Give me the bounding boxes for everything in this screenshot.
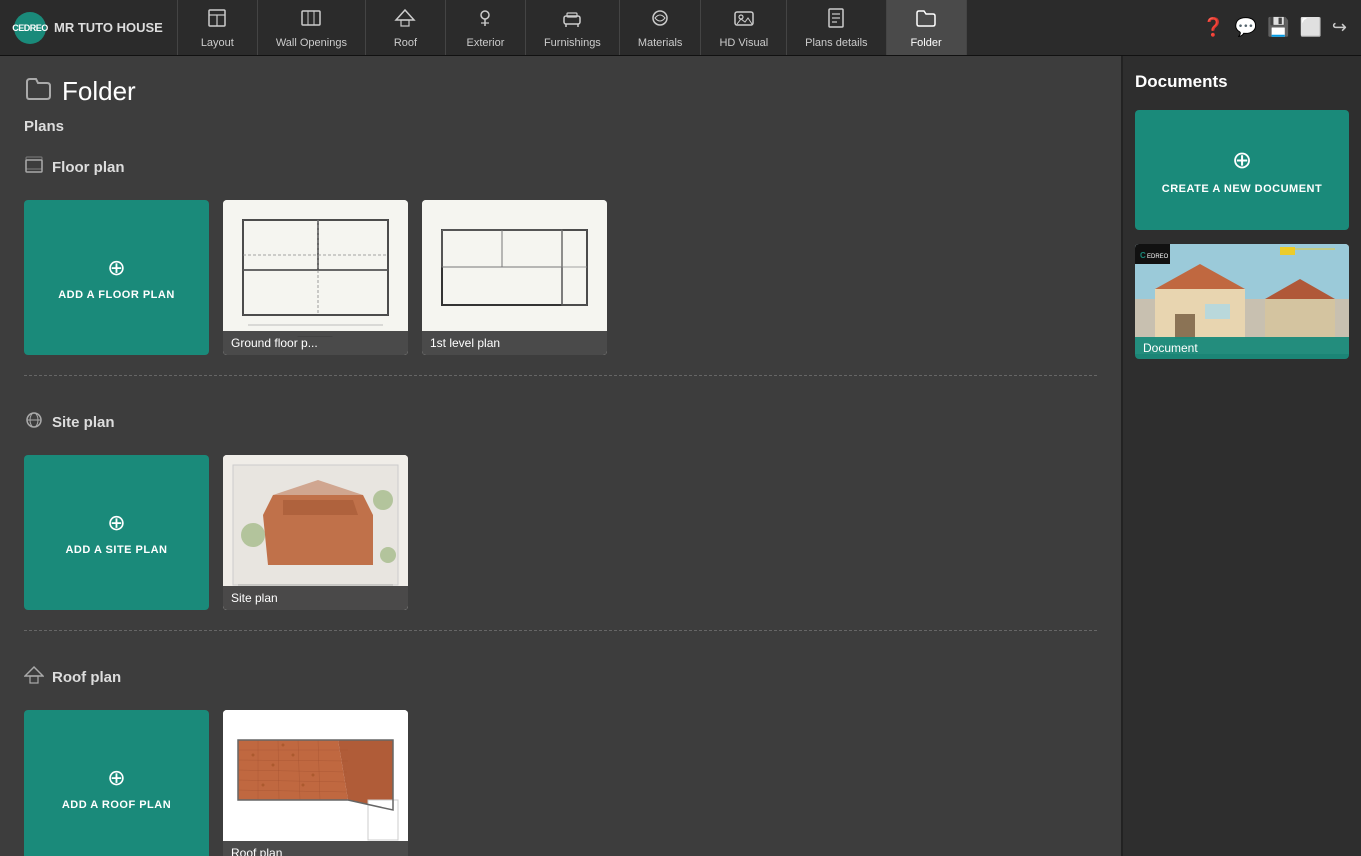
- first-level-label: 1st level plan: [422, 331, 607, 355]
- add-floor-plan-label: ADD A FLOOR PLAN: [58, 289, 175, 301]
- nav-item-hd-visual[interactable]: HD Visual: [701, 0, 787, 55]
- add-site-plan-icon: ⊕: [107, 510, 125, 536]
- logo-area: CEDREO MR TUTO HOUSE: [0, 0, 178, 55]
- page: Folder Plans Floor plan ⊕ ADD A FLOOR PL…: [0, 56, 1361, 856]
- page-title: Folder: [62, 76, 136, 107]
- new-doc-label: CREATE A NEW DOCUMENT: [1162, 183, 1322, 195]
- roof-plan-card-label: Roof plan: [223, 841, 408, 856]
- save-icon[interactable]: 💾: [1267, 17, 1289, 38]
- chat-icon[interactable]: 💬: [1235, 17, 1257, 38]
- top-navigation: CEDREO MR TUTO HOUSE Layout Wall Opening…: [0, 0, 1361, 56]
- nav-label-exterior: Exterior: [467, 37, 505, 49]
- furnishings-icon: [561, 7, 583, 34]
- page-header-folder-icon: [24, 74, 52, 108]
- site-plan-header: Site plan: [24, 400, 1097, 447]
- nav-items: Layout Wall Openings Roof Exterior: [178, 0, 1188, 55]
- nav-label-layout: Layout: [201, 37, 234, 49]
- hd-visual-icon: [733, 7, 755, 34]
- first-level-card[interactable]: 1st level plan: [422, 200, 607, 355]
- roof-plan-cards: ⊕ ADD A ROOF PLAN: [24, 702, 1097, 856]
- add-roof-plan-icon: ⊕: [107, 765, 125, 791]
- nav-item-materials[interactable]: Materials: [620, 0, 702, 55]
- nav-item-plans-details[interactable]: Plans details: [787, 0, 886, 55]
- svg-text:EDREO: EDREO: [1147, 254, 1169, 260]
- main-content: Folder Plans Floor plan ⊕ ADD A FLOOR PL…: [0, 56, 1121, 856]
- fullscreen-icon[interactable]: ⬜: [1299, 17, 1321, 38]
- floor-plan-icon: [24, 155, 44, 180]
- exit-icon[interactable]: ↪: [1332, 17, 1347, 38]
- plans-details-icon: [825, 7, 847, 34]
- nav-item-layout[interactable]: Layout: [178, 0, 258, 55]
- site-plan-divider: [24, 630, 1097, 631]
- add-roof-plan-label: ADD A ROOF PLAN: [62, 799, 171, 811]
- site-plan-label: Site plan: [52, 414, 115, 431]
- logo-icon: CEDREO: [14, 12, 46, 44]
- documents-title: Documents: [1135, 72, 1349, 92]
- nav-item-exterior[interactable]: Exterior: [446, 0, 526, 55]
- floor-plan-cards: ⊕ ADD A FLOOR PLAN: [24, 192, 1097, 367]
- plans-scroll-area: Floor plan ⊕ ADD A FLOOR PLAN: [0, 145, 1121, 856]
- ground-floor-card[interactable]: ————— Ground floor p...: [223, 200, 408, 355]
- roof-icon: [394, 7, 416, 34]
- nav-label-folder: Folder: [910, 37, 941, 49]
- roof-plan-label: Roof plan: [52, 669, 121, 686]
- ground-floor-label: Ground floor p...: [223, 331, 408, 355]
- add-floor-plan-icon: ⊕: [107, 255, 125, 281]
- floor-plan-label: Floor plan: [52, 159, 125, 176]
- floor-plan-section: Floor plan ⊕ ADD A FLOOR PLAN: [24, 145, 1097, 376]
- svg-text:C: C: [1140, 251, 1146, 260]
- folder-icon: [915, 7, 937, 34]
- wall-openings-icon: [300, 7, 322, 34]
- add-floor-plan-button[interactable]: ⊕ ADD A FLOOR PLAN: [24, 200, 209, 355]
- documents-sidebar: Documents ⊕ CREATE A NEW DOCUMENT: [1121, 56, 1361, 856]
- add-roof-plan-button[interactable]: ⊕ ADD A ROOF PLAN: [24, 710, 209, 856]
- site-plan-card[interactable]: ↔ Site plan: [223, 455, 408, 610]
- nav-label-materials: Materials: [638, 37, 683, 49]
- project-name: MR TUTO HOUSE: [54, 20, 163, 35]
- create-new-document-button[interactable]: ⊕ CREATE A NEW DOCUMENT: [1135, 110, 1349, 230]
- roof-plan-card[interactable]: Roof plan: [223, 710, 408, 856]
- nav-label-roof: Roof: [394, 37, 417, 49]
- existing-document-card[interactable]: C EDREO Document: [1135, 244, 1349, 359]
- nav-item-wall-openings[interactable]: Wall Openings: [258, 0, 366, 55]
- nav-label-wall-openings: Wall Openings: [276, 37, 347, 49]
- page-header: Folder: [0, 56, 1121, 118]
- nav-item-furnishings[interactable]: Furnishings: [526, 0, 620, 55]
- roof-plan-icon: [24, 665, 44, 690]
- site-plan-icon: [24, 410, 44, 435]
- roof-plan-header: Roof plan: [24, 655, 1097, 702]
- existing-doc-label: Document: [1135, 337, 1349, 359]
- site-plan-label-card: Site plan: [223, 586, 408, 610]
- nav-label-hd-visual: HD Visual: [719, 37, 768, 49]
- floor-plan-header: Floor plan: [24, 145, 1097, 192]
- plans-label: Plans: [0, 118, 1121, 145]
- nav-item-folder[interactable]: Folder: [887, 0, 967, 55]
- exterior-icon: [474, 7, 496, 34]
- add-site-plan-label: ADD A SITE PLAN: [65, 544, 167, 556]
- nav-item-roof[interactable]: Roof: [366, 0, 446, 55]
- new-doc-add-icon: ⊕: [1232, 146, 1252, 175]
- site-plan-section: Site plan ⊕ ADD A SITE PLAN: [24, 400, 1097, 631]
- materials-icon: [649, 7, 671, 34]
- add-site-plan-button[interactable]: ⊕ ADD A SITE PLAN: [24, 455, 209, 610]
- site-plan-cards: ⊕ ADD A SITE PLAN: [24, 447, 1097, 622]
- floor-plan-divider: [24, 375, 1097, 376]
- nav-label-plans-details: Plans details: [805, 37, 867, 49]
- roof-plan-section: Roof plan ⊕ ADD A ROOF PLAN: [24, 655, 1097, 856]
- nav-right-icons: ❓ 💬 💾 ⬜ ↪: [1188, 0, 1361, 55]
- help-icon[interactable]: ❓: [1202, 17, 1224, 38]
- nav-label-furnishings: Furnishings: [544, 37, 601, 49]
- layout-icon: [206, 7, 228, 34]
